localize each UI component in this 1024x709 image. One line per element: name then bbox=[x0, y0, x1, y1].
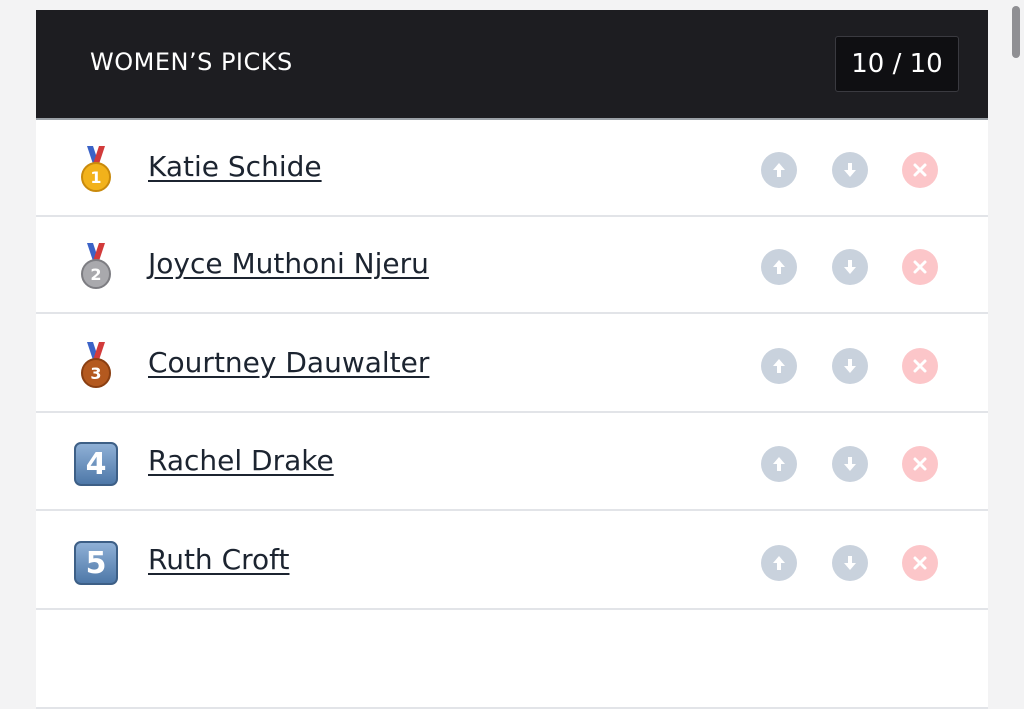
move-up-button[interactable] bbox=[761, 249, 797, 285]
arrow-down-icon bbox=[844, 359, 856, 373]
arrow-down-icon bbox=[844, 556, 856, 570]
arrow-up-icon bbox=[773, 359, 785, 373]
remove-button[interactable] bbox=[902, 152, 938, 188]
pick-name[interactable]: Katie Schide bbox=[148, 150, 322, 183]
move-down-button[interactable] bbox=[832, 152, 868, 188]
keycap-number-icon: 5 bbox=[74, 541, 118, 585]
remove-button[interactable] bbox=[902, 348, 938, 384]
remove-button[interactable] bbox=[902, 249, 938, 285]
remove-button[interactable] bbox=[902, 545, 938, 581]
move-up-button[interactable] bbox=[761, 545, 797, 581]
move-down-button[interactable] bbox=[832, 348, 868, 384]
panel-header: WOMEN’S PICKS 10 / 10 bbox=[36, 10, 988, 120]
pick-row: 2 Joyce Muthoni Njeru bbox=[36, 217, 988, 314]
arrow-down-icon bbox=[844, 260, 856, 274]
pick-row: 4 Rachel Drake bbox=[36, 414, 988, 511]
panel-title: WOMEN’S PICKS bbox=[90, 48, 293, 76]
arrow-up-icon bbox=[773, 556, 785, 570]
womens-picks-panel: WOMEN’S PICKS 10 / 10 1 Katie Schide 2 J… bbox=[36, 10, 988, 709]
pick-name[interactable]: Joyce Muthoni Njeru bbox=[148, 247, 429, 280]
close-icon bbox=[913, 457, 927, 471]
close-icon bbox=[913, 556, 927, 570]
arrow-up-icon bbox=[773, 457, 785, 471]
move-down-button[interactable] bbox=[832, 545, 868, 581]
arrow-up-icon bbox=[773, 260, 785, 274]
scrollbar[interactable] bbox=[1006, 0, 1024, 632]
move-up-button[interactable] bbox=[761, 348, 797, 384]
arrow-up-icon bbox=[773, 163, 785, 177]
close-icon bbox=[913, 260, 927, 274]
arrow-down-icon bbox=[844, 457, 856, 471]
silver-medal-icon: 2 bbox=[72, 241, 120, 289]
bronze-medal-icon: 3 bbox=[72, 340, 120, 388]
remove-button[interactable] bbox=[902, 446, 938, 482]
pick-name[interactable]: Rachel Drake bbox=[148, 444, 334, 477]
pick-row: 5 Ruth Croft bbox=[36, 513, 988, 610]
picks-counter: 10 / 10 bbox=[835, 36, 959, 92]
svg-text:3: 3 bbox=[90, 364, 101, 383]
gold-medal-icon: 1 bbox=[72, 144, 120, 192]
pick-row bbox=[36, 612, 988, 709]
move-down-button[interactable] bbox=[832, 249, 868, 285]
keycap-number-icon: 4 bbox=[74, 442, 118, 486]
close-icon bbox=[913, 163, 927, 177]
pick-row: 3 Courtney Dauwalter bbox=[36, 316, 988, 413]
close-icon bbox=[913, 359, 927, 373]
pick-name[interactable]: Ruth Croft bbox=[148, 543, 290, 576]
move-up-button[interactable] bbox=[761, 446, 797, 482]
move-up-button[interactable] bbox=[761, 152, 797, 188]
pick-row: 1 Katie Schide bbox=[36, 120, 988, 217]
pick-name[interactable]: Courtney Dauwalter bbox=[148, 346, 429, 379]
move-down-button[interactable] bbox=[832, 446, 868, 482]
svg-text:1: 1 bbox=[90, 168, 101, 187]
arrow-down-icon bbox=[844, 163, 856, 177]
scrollbar-thumb[interactable] bbox=[1012, 6, 1020, 58]
svg-text:2: 2 bbox=[90, 265, 101, 284]
